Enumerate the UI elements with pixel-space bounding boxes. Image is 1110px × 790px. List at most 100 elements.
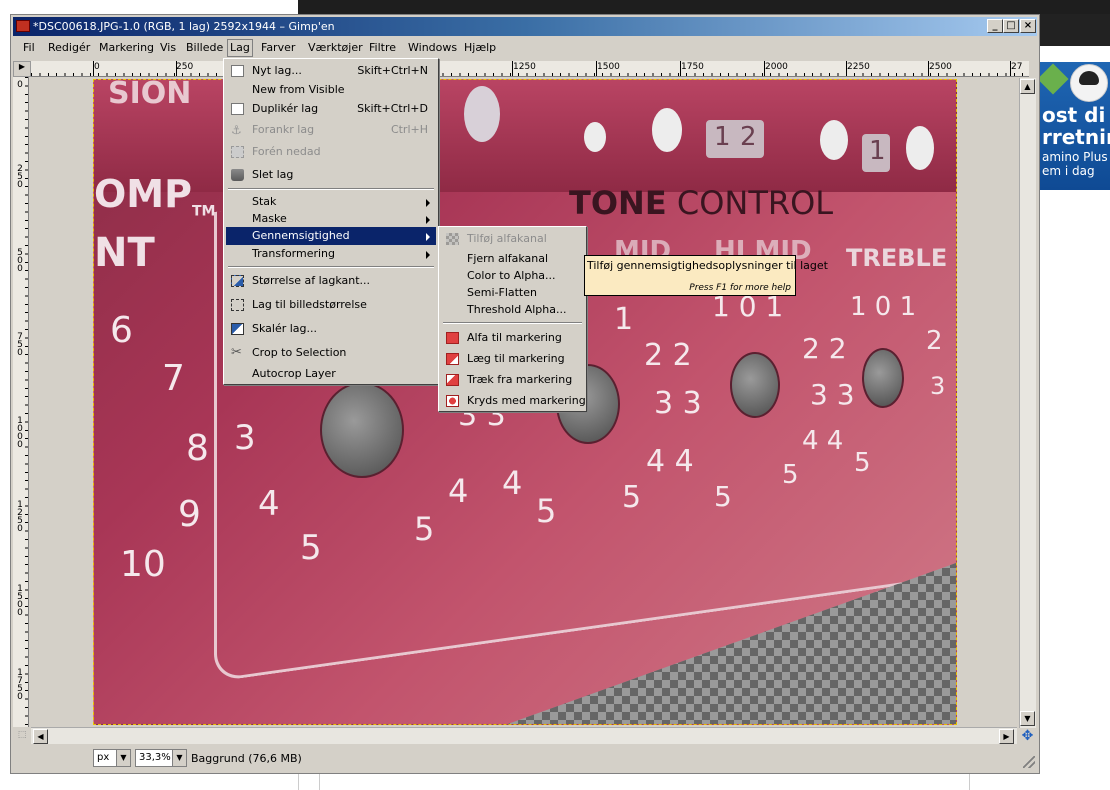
menu-item-threshold-alpha[interactable]: Threshold Alpha... [441,301,584,318]
ruler-label: 1250 [513,62,536,72]
ruler-label: 1000 [17,416,23,450]
menu-item-semi-flatten[interactable]: Semi-Flatten [441,284,584,301]
menu-item-add-alpha[interactable]: Tilføj alfakanal [441,229,584,249]
ruler-label: 250 [17,164,23,190]
menu-item-crop-to-selection[interactable]: ✂ Crop to Selection [226,343,436,363]
ad-subtext: amino Plus em i dag [1042,150,1108,178]
scroll-right-arrow[interactable]: ▶ [999,729,1014,744]
ruler-label: 500 [17,248,23,274]
horizontal-ruler[interactable]: 0 250 1250 1500 1750 2000 2250 2500 27 [31,61,1029,77]
photo-hole [584,122,606,152]
menu-windows[interactable]: Windows [408,41,457,55]
menu-separator [443,322,582,324]
submenu-arrow-icon [426,251,430,259]
menu-vaerktojer[interactable]: Værktøjer [308,41,363,55]
menu-fil[interactable]: Fil [23,41,35,55]
ruler-label: 1750 [681,62,704,72]
menu-item-subtract-from-selection[interactable]: Træk fra markering [441,370,584,390]
ruler-label: 1500 [597,62,620,72]
unit-selector[interactable]: px ▼ [93,749,131,767]
minimize-button[interactable]: _ [987,19,1003,33]
menu-item-scale-layer[interactable]: Skalér lag... [226,319,436,339]
menu-item-add-to-selection[interactable]: Læg til markering [441,349,584,369]
menu-item-alpha-to-selection[interactable]: Alfa til markering [441,328,584,348]
tooltip-help: Press F1 for more help [689,283,791,293]
photo-text-nt: NT [94,230,155,276]
menu-item-transparency[interactable]: Gennemsigtighed [226,227,436,245]
fit-icon [231,299,244,311]
ruler-label: 0 [17,80,23,90]
menu-vis[interactable]: Vis [160,41,176,55]
avatar [1070,64,1108,102]
menu-item-new-from-visible[interactable]: New from Visible [226,80,436,100]
menu-rediger[interactable]: Redigér [48,41,90,55]
menu-item-autocrop-layer[interactable]: Autocrop Layer [226,364,436,384]
ruler-label: 27 [1011,62,1023,72]
menu-farver[interactable]: Farver [261,41,295,55]
selection-subtract-icon [446,374,459,386]
merge-down-icon [231,146,244,158]
submenu-arrow-icon [426,233,430,241]
menu-item-duplicate-layer[interactable]: Duplikér lag Skift+Ctrl+D [226,99,436,119]
tooltip: Tilføj gennemsigtighedsoplysninger til l… [584,255,828,296]
background-window-strip [298,772,1110,790]
resize-grip[interactable] [1023,756,1035,768]
menu-item-layer-to-image-size[interactable]: Lag til billedstørrelse [226,295,436,315]
menu-item-anchor-layer[interactable]: ⚓ Forankr lag Ctrl+H [226,120,436,140]
photo-hole [652,108,682,152]
vertical-scrollbar[interactable]: ▲ ▼ [1019,78,1036,728]
menu-item-merge-down[interactable]: Forén nedad [226,142,436,162]
ruler-label: 250 [176,62,194,72]
ruler-corner-button[interactable]: ▶ [13,61,31,77]
scroll-up-arrow[interactable]: ▲ [1020,79,1035,94]
checkerboard-icon [446,233,459,245]
arrow-icon [1040,63,1069,95]
menu-item-remove-alpha[interactable]: Fjern alfakanal [441,250,584,267]
maximize-button[interactable]: □ [1003,19,1019,33]
selection-add-icon [446,353,459,365]
ruler-label: 2500 [929,62,952,72]
zoom-selector[interactable]: 33,3% ▼ [135,749,187,767]
trash-icon [231,169,244,181]
menu-separator [228,188,434,190]
alpha-selection-icon [446,332,459,344]
lag-menu: Nyt lag... Skift+Ctrl+N New from Visible … [223,58,439,385]
menu-lag[interactable]: Lag [227,39,253,57]
close-button[interactable]: × [1020,19,1036,33]
duplicate-icon [231,103,244,115]
status-bar: px ▼ 33,3% ▼ Baggrund (76,6 MB) [13,746,1037,770]
menu-hjaelp[interactable]: Hjælp [464,41,496,55]
scroll-left-arrow[interactable]: ◀ [33,729,48,744]
crop-icon: ✂ [231,345,242,360]
menu-markering[interactable]: Markering [99,41,154,55]
resize-icon [231,275,244,287]
selection-intersect-icon [446,395,459,407]
menu-item-color-to-alpha[interactable]: Color to Alpha... [441,267,584,284]
ruler-label: 0 [94,62,100,72]
vertical-ruler[interactable]: 0 250 500 750 1000 1250 1500 1750 [13,77,29,727]
layer-info: Baggrund (76,6 MB) [191,752,302,765]
menu-item-delete-layer[interactable]: Slet lag [226,165,436,185]
menu-billede[interactable]: Billede [186,41,223,55]
menubar: Fil Redigér Markering Vis Billede Lag Fa… [13,38,1037,58]
menu-item-intersect-selection[interactable]: Kryds med markering [441,391,586,411]
scale-icon [231,323,244,335]
quickmask-icon[interactable]: ⬚ [13,727,31,744]
ruler-label: 2250 [847,62,870,72]
menu-filtre[interactable]: Filtre [369,41,396,55]
anchor-icon: ⚓ [231,123,242,137]
navigate-icon[interactable]: ✥ [1019,728,1036,745]
menu-separator [228,266,434,268]
transparency-submenu: Tilføj alfakanal Fjern alfakanal Color t… [438,226,587,412]
advertisement-banner[interactable]: ost dirretnin amino Plusem i dag [1040,62,1110,190]
scroll-down-arrow[interactable]: ▼ [1020,711,1035,726]
menu-item-mask[interactable]: Maske [226,209,436,229]
menu-item-new-layer[interactable]: Nyt lag... Skift+Ctrl+N [226,61,436,81]
submenu-arrow-icon [426,216,430,224]
tooltip-text: Tilføj gennemsigtighedsoplysninger til l… [587,259,828,272]
menu-item-transform[interactable]: Transformering [226,244,436,264]
horizontal-scrollbar[interactable]: ◀ ▶ [31,727,1017,744]
title-bar[interactable]: *DSC00618.JPG-1.0 (RGB, 1 lag) 2592x1944… [13,17,1037,36]
new-layer-icon [231,65,244,77]
menu-item-layer-boundary-size[interactable]: Størrelse af lagkant... [226,271,436,291]
